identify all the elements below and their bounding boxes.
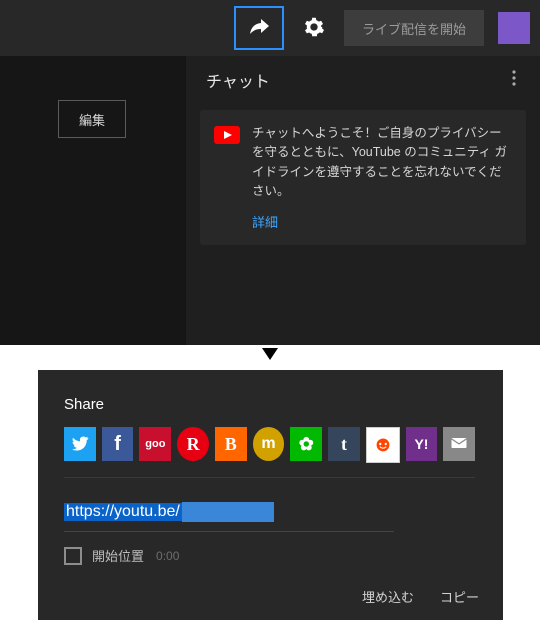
share-url-obscured [182, 502, 274, 522]
mixi-icon: m [261, 435, 275, 453]
share-url-text: https://youtu.be/ [64, 503, 182, 521]
share-tumblr-button[interactable]: t [328, 427, 360, 461]
kebab-icon [512, 70, 516, 91]
share-goo-button[interactable]: goo [139, 427, 171, 461]
share-dialog-actions: 埋め込む コピー [362, 587, 479, 606]
line-icon: ✿ [299, 434, 314, 455]
chat-menu-button[interactable] [502, 68, 526, 92]
chat-welcome-body: チャットへようこそ！ご自身のプライバシーを守るとともに、YouTube のコミュ… [252, 124, 510, 231]
settings-button[interactable] [292, 6, 336, 50]
start-at-time: 0:00 [156, 549, 179, 563]
chat-header: チャット [186, 56, 540, 104]
divider [64, 477, 475, 478]
share-mixi-button[interactable]: m [253, 427, 285, 461]
youtube-badge-icon [214, 126, 240, 144]
chat-welcome-text: チャットへようこそ！ご自身のプライバシーを守るとともに、YouTube のコミュ… [252, 124, 510, 202]
chat-learn-more-link[interactable]: 詳細 [252, 212, 510, 231]
account-avatar[interactable] [498, 12, 530, 44]
top-bar: ライブ配信を開始 [0, 0, 540, 56]
share-mail-button[interactable] [443, 427, 475, 461]
share-button[interactable] [234, 6, 284, 50]
blogger-icon: B [225, 434, 237, 455]
connector-arrow-icon [262, 348, 278, 360]
tumblr-icon: t [341, 434, 347, 455]
twitter-icon [70, 433, 90, 456]
left-sidebar: 編集 [0, 56, 186, 345]
share-arrow-icon [247, 15, 271, 42]
goo-icon: goo [145, 438, 165, 450]
share-yahoo-button[interactable]: Y! [406, 427, 438, 461]
share-ameba-button[interactable]: R [177, 427, 209, 461]
share-facebook-button[interactable]: f [102, 427, 134, 461]
share-reddit-button[interactable] [366, 427, 400, 463]
mail-icon [449, 433, 469, 456]
share-url-field[interactable]: https://youtu.be/ [64, 502, 475, 530]
start-at-row: 開始位置 0:00 [64, 546, 475, 565]
share-twitter-button[interactable] [64, 427, 96, 461]
yahoo-icon: Y! [414, 436, 428, 452]
gear-icon [303, 16, 325, 41]
chat-panel: チャット チャットへようこそ！ご自身のプライバシーを守るとともに、YouTube… [186, 56, 540, 345]
start-at-checkbox[interactable] [64, 547, 82, 565]
facebook-icon: f [114, 433, 121, 456]
streaming-panel: ライブ配信を開始 編集 チャット チャットへようこそ！ご自身のプライバ [0, 0, 540, 345]
edit-button[interactable]: 編集 [58, 100, 126, 138]
share-services-row: f goo R B m ✿ t Y! [64, 427, 475, 463]
ameba-icon: R [187, 434, 200, 455]
copy-button[interactable]: コピー [440, 587, 479, 606]
chat-welcome-card: チャットへようこそ！ご自身のプライバシーを守るとともに、YouTube のコミュ… [200, 110, 526, 245]
share-line-button[interactable]: ✿ [290, 427, 322, 461]
reddit-icon [372, 433, 394, 458]
embed-button[interactable]: 埋め込む [362, 587, 414, 606]
share-dialog: Share f goo R B m ✿ t Y! https://y [38, 370, 503, 620]
share-blogger-button[interactable]: B [215, 427, 247, 461]
share-dialog-title: Share [64, 396, 475, 413]
chat-title: チャット [206, 68, 270, 92]
go-live-button[interactable]: ライブ配信を開始 [344, 10, 484, 46]
start-at-label: 開始位置 [92, 546, 144, 565]
